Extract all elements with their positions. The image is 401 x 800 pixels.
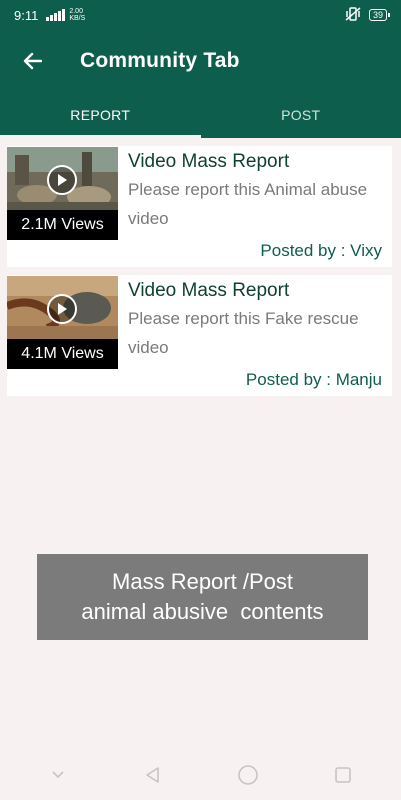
system-nav-bar: [0, 750, 401, 800]
net-speed-value: 2.00: [69, 8, 83, 15]
page-title: Community Tab: [80, 49, 240, 72]
views-count: 2.1M Views: [7, 210, 118, 240]
report-list: 2.1M Views Video Mass Report Please repo…: [7, 146, 392, 404]
card-body: Video Mass Report Please report this Ani…: [118, 146, 392, 267]
info-banner: Mass Report /Post animal abusive content…: [37, 554, 368, 640]
net-speed-unit: KB/S: [69, 15, 86, 22]
play-icon[interactable]: [47, 165, 77, 195]
status-right: 39: [345, 6, 391, 24]
recents-square-icon[interactable]: [328, 760, 358, 790]
report-card[interactable]: 2.1M Views Video Mass Report Please repo…: [7, 146, 392, 267]
status-bar: 9:11 2.00 KB/S 39: [0, 0, 401, 30]
tab-post[interactable]: POST: [201, 92, 401, 138]
chevron-down-icon[interactable]: [43, 760, 73, 790]
tab-bar: REPORT POST: [0, 92, 401, 138]
tab-report[interactable]: REPORT: [0, 92, 201, 138]
views-count: 4.1M Views: [7, 339, 118, 369]
report-description: Please report this Fake rescue video: [128, 309, 359, 357]
back-triangle-icon[interactable]: [138, 760, 168, 790]
card-body: Video Mass Report Please report this Fak…: [118, 275, 392, 396]
report-title: Video Mass Report: [128, 151, 290, 172]
report-card[interactable]: 4.1M Views Video Mass Report Please repo…: [7, 275, 392, 396]
banner-line-2: animal abusive contents: [81, 599, 324, 624]
banner-line-1: Mass Report /Post: [112, 569, 293, 594]
video-thumbnail[interactable]: 2.1M Views: [7, 147, 118, 240]
app-bar: Community Tab: [0, 30, 401, 92]
home-circle-icon[interactable]: [233, 760, 263, 790]
report-description: Please report this Animal abuse video: [128, 180, 368, 228]
battery-icon: 39: [368, 9, 391, 21]
report-title: Video Mass Report: [128, 280, 290, 301]
posted-by: Posted by : Manju: [245, 370, 382, 389]
signal-icon: [46, 9, 66, 21]
posted-by: Posted by : Vixy: [260, 241, 382, 260]
net-speed: 2.00 KB/S: [69, 8, 91, 22]
video-thumbnail[interactable]: 4.1M Views: [7, 276, 118, 369]
status-time: 9:11: [14, 7, 39, 23]
arrow-left-icon[interactable]: [12, 41, 52, 81]
play-icon[interactable]: [47, 294, 77, 324]
vibrate-icon: [345, 6, 361, 24]
